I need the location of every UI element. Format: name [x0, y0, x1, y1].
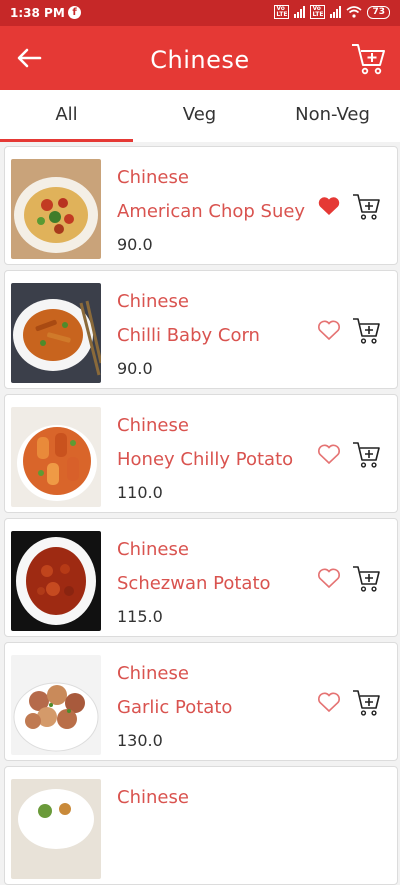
heart-outline-icon[interactable] — [317, 567, 341, 589]
page-title: Chinese — [150, 46, 250, 74]
signal-icon-2 — [330, 6, 342, 18]
status-bar: 1:38 PM f Vo LTE Vo LTE 73 — [0, 0, 400, 26]
volte-icon-2: Vo LTE — [310, 5, 326, 19]
food-image — [11, 407, 101, 507]
signal-icon — [294, 6, 306, 18]
add-to-cart-icon[interactable] — [351, 563, 381, 593]
list-item[interactable]: Chinese Schezwan Potato 115.0 — [4, 518, 398, 637]
item-price: 110.0 — [117, 483, 163, 502]
item-name: Chilli Baby Corn — [117, 325, 260, 346]
add-to-cart-icon[interactable] — [351, 687, 381, 717]
list-item[interactable]: Chinese Honey Chilly Potato 110.0 — [4, 394, 398, 513]
heart-filled-icon[interactable] — [317, 195, 341, 217]
item-price: 115.0 — [117, 607, 163, 626]
tab-non-veg[interactable]: Non-Veg — [266, 104, 399, 125]
item-name: Schezwan Potato — [117, 573, 271, 594]
food-image — [11, 779, 101, 879]
item-price: 90.0 — [117, 359, 153, 378]
list-item[interactable]: Chinese — [4, 766, 398, 885]
item-name: Garlic Potato — [117, 697, 233, 718]
facebook-icon: f — [68, 6, 81, 19]
list-item[interactable]: Chinese American Chop Suey 90.0 — [4, 146, 398, 265]
item-category: Chinese — [117, 787, 189, 808]
list-item[interactable]: Chinese Garlic Potato 130.0 — [4, 642, 398, 761]
selected-tab-indicator — [0, 139, 133, 142]
item-category: Chinese — [117, 167, 189, 188]
tab-all[interactable]: All — [0, 104, 133, 125]
list-item[interactable]: Chinese Chilli Baby Corn 90.0 — [4, 270, 398, 389]
item-category: Chinese — [117, 539, 189, 560]
add-to-cart-icon[interactable] — [351, 191, 381, 221]
status-icons: Vo LTE Vo LTE 73 — [274, 5, 390, 19]
add-to-cart-icon[interactable] — [351, 439, 381, 469]
add-to-cart-icon[interactable] — [351, 315, 381, 345]
food-image — [11, 655, 101, 755]
battery-icon: 73 — [367, 5, 390, 19]
food-image — [11, 531, 101, 631]
tab-veg[interactable]: Veg — [133, 104, 266, 125]
status-time: 1:38 PM — [10, 6, 65, 20]
item-category: Chinese — [117, 415, 189, 436]
item-category: Chinese — [117, 663, 189, 684]
item-category: Chinese — [117, 291, 189, 312]
heart-outline-icon[interactable] — [317, 691, 341, 713]
heart-outline-icon[interactable] — [317, 443, 341, 465]
cart-icon[interactable] — [350, 40, 386, 76]
volte-icon: Vo LTE — [274, 5, 290, 19]
item-price: 130.0 — [117, 731, 163, 750]
food-image — [11, 283, 101, 383]
wifi-icon — [346, 6, 362, 18]
heart-outline-icon[interactable] — [317, 319, 341, 341]
app-bar: Chinese — [0, 26, 400, 90]
item-name: American Chop Suey — [117, 201, 306, 222]
item-price: 90.0 — [117, 235, 153, 254]
food-image — [11, 159, 101, 259]
category-tabs: All Veg Non-Veg — [0, 90, 400, 142]
item-name: Honey Chilly Potato — [117, 449, 294, 470]
